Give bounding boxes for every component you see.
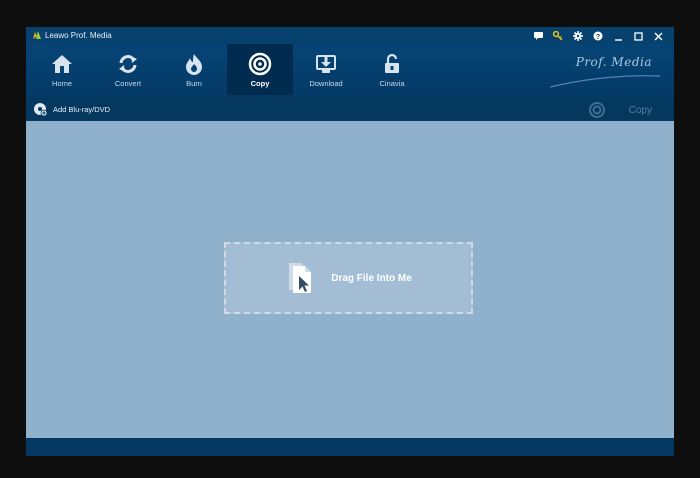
window-controls: ? xyxy=(528,29,668,43)
download-icon xyxy=(314,52,338,76)
tab-copy[interactable]: Copy xyxy=(227,44,293,95)
tab-cinavia-label: Cinavia xyxy=(379,79,405,88)
tab-copy-label: Copy xyxy=(250,79,270,88)
tab-convert[interactable]: Convert xyxy=(95,44,161,95)
tab-download[interactable]: Download xyxy=(293,44,359,95)
tab-download-label: Download xyxy=(309,79,343,88)
app-logo-icon xyxy=(33,31,41,39)
brand-swoosh-icon xyxy=(550,75,660,88)
copy-disc-icon xyxy=(248,52,272,76)
home-icon xyxy=(50,52,74,76)
burn-icon xyxy=(182,52,206,76)
add-bluray-dvd-label: Add Blu-ray/DVD xyxy=(53,104,111,114)
add-bluray-dvd-button[interactable]: Add Blu-ray/DVD xyxy=(33,102,110,116)
tab-burn-label: Burn xyxy=(186,79,202,88)
copy-action-group: Copy xyxy=(588,102,652,118)
drop-zone[interactable]: Drag File Into Me xyxy=(224,242,473,314)
brand-logo-text: Prof. Media xyxy=(575,55,652,69)
tab-burn[interactable]: Burn xyxy=(161,44,227,95)
drop-zone-label: Drag File Into Me xyxy=(331,272,412,284)
add-disc-icon xyxy=(34,103,47,116)
main-toolbar: Home Convert Burn Copy Download Cinavia … xyxy=(26,44,674,98)
copy-disc-disabled-icon xyxy=(588,102,605,118)
status-bar xyxy=(26,438,674,456)
convert-icon xyxy=(116,52,140,76)
action-bar: Add Blu-ray/DVD Copy xyxy=(26,98,674,121)
window-title: Leawo Prof. Media xyxy=(45,31,112,40)
tab-convert-label: Convert xyxy=(114,79,142,88)
gear-icon[interactable] xyxy=(568,29,588,43)
app-window: Leawo Prof. Media ? Home Convert Burn Co… xyxy=(26,27,674,456)
maximize-icon[interactable] xyxy=(628,29,648,43)
help-icon[interactable]: ? xyxy=(588,29,608,43)
file-drag-icon xyxy=(289,263,312,293)
copy-button[interactable]: Copy xyxy=(629,105,652,116)
tab-home[interactable]: Home xyxy=(29,44,95,95)
close-icon[interactable] xyxy=(648,29,668,43)
minimize-icon[interactable] xyxy=(608,29,628,43)
title-bar: Leawo Prof. Media ? xyxy=(26,27,674,44)
svg-text:?: ? xyxy=(596,34,600,41)
chat-icon[interactable] xyxy=(528,29,548,43)
tab-home-label: Home xyxy=(51,79,72,88)
cinavia-lock-icon xyxy=(380,52,404,76)
tab-cinavia[interactable]: Cinavia xyxy=(359,44,425,95)
key-icon[interactable] xyxy=(548,29,568,43)
